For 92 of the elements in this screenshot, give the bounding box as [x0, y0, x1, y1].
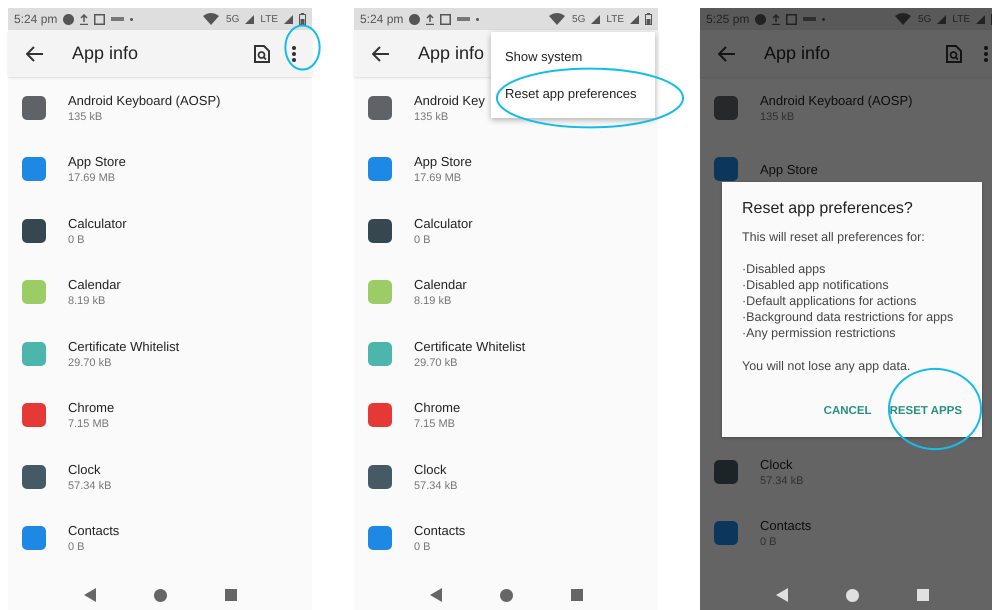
app-size: 0 B	[414, 234, 432, 246]
home-nav-icon[interactable]	[500, 588, 512, 602]
dot-icon	[476, 18, 480, 20]
bar-icon	[803, 17, 816, 21]
search-button[interactable]	[252, 42, 272, 64]
app-name[interactable]: Contacts	[414, 523, 466, 538]
app-name[interactable]: App Store	[68, 154, 126, 170]
app-bar-title: App info	[418, 43, 484, 64]
battery-icon	[645, 13, 652, 25]
bar-icon	[111, 17, 124, 21]
signal-icon	[245, 14, 254, 24]
square-icon	[94, 14, 106, 24]
network-label: LTE	[260, 14, 278, 24]
back-button[interactable]	[24, 44, 46, 64]
app-size: 17.69 MB	[68, 172, 116, 184]
network-label: LTE	[606, 14, 624, 24]
app-size: 29.70 kB	[68, 356, 112, 369]
dialog-button[interactable]: CANCEL	[824, 401, 872, 421]
app-name[interactable]: Certificate Whitelist	[68, 338, 180, 354]
square-icon	[440, 14, 452, 24]
app-name[interactable]: Chrome	[68, 400, 114, 416]
network-label: 5G	[572, 14, 586, 24]
wifi-icon	[202, 13, 220, 25]
circle-icon	[63, 14, 74, 24]
app-name[interactable]: Contacts	[68, 523, 120, 538]
app-size: 57.34 kB	[414, 480, 458, 492]
status-time: 5:24 pm	[14, 12, 58, 26]
app-size: 135 kB	[414, 110, 450, 123]
app-size: 7.15 MB	[68, 418, 110, 430]
signal-icon	[976, 14, 985, 24]
recents-nav-icon[interactable]	[224, 589, 236, 601]
app-size: 17.69 MB	[414, 172, 462, 184]
app-size: 0 B	[68, 234, 86, 246]
app-name[interactable]: Certificate Whitelist	[414, 338, 526, 354]
dialog-text: This will reset all preferences for:	[742, 229, 926, 245]
circle-icon	[755, 14, 766, 24]
app-name[interactable]: Calendar	[414, 277, 467, 292]
signal-icon	[591, 14, 600, 24]
dialog-text: You will not lose any app data.	[742, 358, 912, 374]
app-size: 0 B	[68, 541, 86, 554]
signal-icon	[630, 14, 639, 24]
recents-nav-icon[interactable]	[916, 589, 928, 601]
home-nav-icon[interactable]	[846, 588, 858, 602]
app-name[interactable]: App Store	[414, 154, 472, 170]
signal-icon	[284, 14, 293, 24]
app-size: 8.19 kB	[68, 295, 106, 308]
dialog-bullet: ·Background data restrictions for apps	[742, 309, 954, 325]
app-name[interactable]: Calendar	[68, 277, 121, 292]
menu-item[interactable]: Show system	[491, 38, 655, 75]
dialog-button[interactable]: RESET APPS	[890, 401, 962, 421]
app-bar-title: App info	[72, 43, 138, 64]
back-nav-icon[interactable]	[84, 588, 96, 602]
square-icon	[786, 14, 798, 24]
dialog-bullet: ·Default applications for actions	[742, 293, 918, 309]
wifi-icon	[548, 13, 566, 25]
app-name[interactable]: Android Key	[414, 92, 485, 108]
battery-icon	[299, 13, 306, 25]
app-name[interactable]: Calculator	[68, 216, 127, 231]
app-size: 29.70 kB	[414, 356, 458, 369]
upload-icon	[426, 14, 434, 24]
app-size: 8.19 kB	[414, 295, 452, 308]
dot-icon	[130, 18, 134, 20]
dialog-bullet: ·Disabled apps	[742, 261, 826, 277]
app-name[interactable]: Android Keyboard (AOSP)	[68, 92, 220, 108]
upload-icon	[772, 14, 780, 24]
back-nav-icon[interactable]	[776, 588, 788, 602]
app-name[interactable]: Clock	[414, 462, 458, 477]
dialog-title: Reset app preferences?	[742, 200, 914, 218]
wifi-icon	[894, 13, 912, 25]
home-nav-icon[interactable]	[154, 588, 166, 602]
app-name[interactable]: Clock	[68, 462, 112, 477]
dialog-bullet: ·Disabled app notifications	[742, 277, 890, 293]
signal-icon	[937, 14, 946, 24]
circle-icon	[409, 14, 420, 24]
app-size: 0 B	[414, 541, 432, 554]
app-name[interactable]: Chrome	[414, 400, 460, 416]
upload-icon	[80, 14, 88, 24]
back-nav-icon[interactable]	[430, 588, 442, 602]
recents-nav-icon[interactable]	[570, 589, 582, 601]
back-button[interactable]	[370, 44, 392, 64]
dialog-bullet: ·Any permission restrictions	[742, 325, 897, 341]
bar-icon	[457, 17, 470, 21]
app-size: 135 kB	[68, 110, 104, 123]
more-options-button[interactable]	[290, 44, 298, 64]
dot-icon	[822, 18, 826, 20]
status-time: 5:24 pm	[360, 12, 404, 26]
network-label: 5G	[226, 14, 240, 24]
app-name[interactable]: Calculator	[414, 216, 473, 231]
app-size: 7.15 MB	[414, 418, 456, 430]
app-bar-title: App info	[764, 43, 830, 64]
menu-item[interactable]: Reset app preferences	[491, 75, 655, 112]
app-size: 57.34 kB	[68, 480, 112, 492]
